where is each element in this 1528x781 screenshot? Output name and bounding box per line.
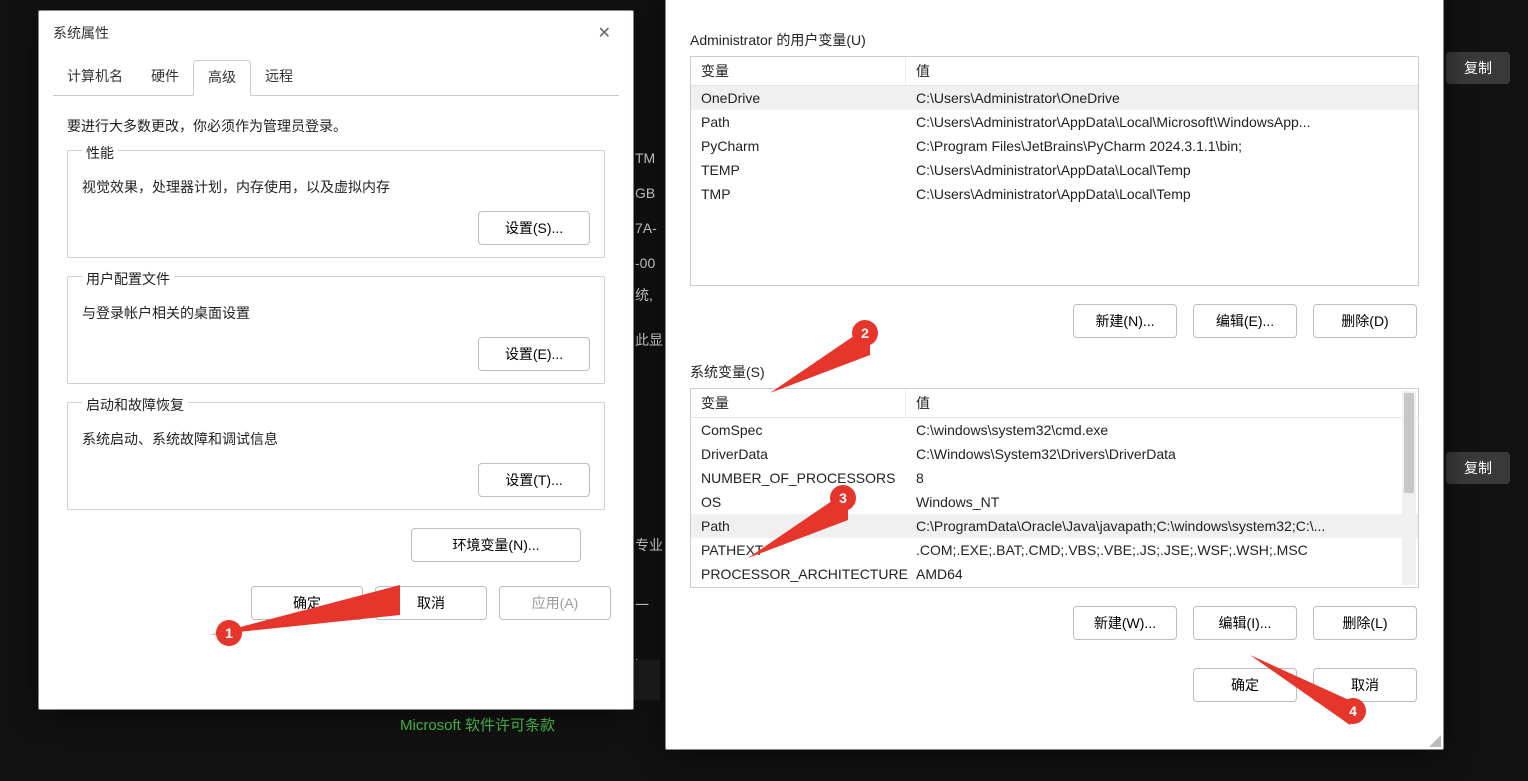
var-name: Path	[691, 110, 906, 134]
bg-text: 此显	[635, 330, 663, 350]
bg-text: 专业	[635, 535, 663, 555]
group-legend: 启动和故障恢复	[82, 395, 188, 415]
bg-text: 一	[635, 595, 649, 615]
apply-button[interactable]: 应用(A)	[499, 586, 611, 620]
ok-button[interactable]: 确定	[251, 586, 363, 620]
cancel-button[interactable]: 取消	[1313, 668, 1417, 702]
var-value: C:\windows\system32\cmd.exe	[906, 418, 1418, 442]
tab-remote[interactable]: 远程	[251, 60, 307, 96]
column-variable[interactable]: 变量	[691, 389, 906, 417]
environment-variables-dialog: 环境变量 ✕ Administrator 的用户变量(U) 变量 值 OneDr…	[665, 0, 1444, 750]
tab-hardware[interactable]: 硬件	[137, 60, 193, 96]
group-description: 与登录帐户相关的桌面设置	[82, 303, 590, 323]
table-row[interactable]: OSWindows_NT	[691, 490, 1418, 514]
group-legend: 用户配置文件	[82, 269, 174, 289]
bg-text: 7A-	[635, 220, 657, 236]
var-value: C:\ProgramData\Oracle\Java\javapath;C:\w…	[906, 514, 1418, 538]
copy-button[interactable]: 复制	[1446, 452, 1510, 484]
table-row[interactable]: PathC:\ProgramData\Oracle\Java\javapath;…	[691, 514, 1418, 538]
var-value: AMD64	[906, 562, 1418, 586]
var-value: C:\Users\Administrator\OneDrive	[906, 86, 1418, 110]
user-variables-table[interactable]: 变量 值 OneDriveC:\Users\Administrator\OneD…	[690, 56, 1419, 286]
table-row[interactable]: NUMBER_OF_PROCESSORS8	[691, 466, 1418, 490]
var-name: TMP	[691, 182, 906, 206]
table-row[interactable]: OneDriveC:\Users\Administrator\OneDrive	[691, 86, 1418, 110]
table-row[interactable]: ComSpecC:\windows\system32\cmd.exe	[691, 418, 1418, 442]
user-edit-button[interactable]: 编辑(E)...	[1193, 304, 1297, 338]
var-name: OneDrive	[691, 86, 906, 110]
system-variables-table[interactable]: 变量 值 ComSpecC:\windows\system32\cmd.exeD…	[690, 388, 1419, 588]
cancel-button[interactable]: 取消	[375, 586, 487, 620]
system-delete-button[interactable]: 删除(L)	[1313, 606, 1417, 640]
profile-settings-button[interactable]: 设置(E)...	[478, 337, 590, 371]
startup-settings-button[interactable]: 设置(T)...	[478, 463, 590, 497]
user-delete-button[interactable]: 删除(D)	[1313, 304, 1417, 338]
user-new-button[interactable]: 新建(N)...	[1073, 304, 1177, 338]
performance-settings-button[interactable]: 设置(S)...	[478, 211, 590, 245]
table-row[interactable]: PROCESSOR_ARCHITECTUREAMD64	[691, 562, 1418, 586]
scrollbar[interactable]	[1402, 391, 1416, 585]
var-value: Intel64 Family 6 Model 142 Stepping 12, …	[906, 586, 1418, 588]
table-row[interactable]: PyCharmC:\Program Files\JetBrains\PyChar…	[691, 134, 1418, 158]
bg-text: 统,	[635, 285, 653, 305]
table-row[interactable]: DriverDataC:\Windows\System32\Drivers\Dr…	[691, 442, 1418, 466]
var-value: 8	[906, 466, 1418, 490]
system-properties-dialog: 系统属性 ✕ 计算机名 硬件 高级 远程 要进行大多数更改，你必须作为管理员登录…	[38, 10, 634, 710]
bg-text: -00	[635, 255, 655, 271]
group-description: 视觉效果，处理器计划，内存使用，以及虚拟内存	[82, 177, 590, 197]
column-variable[interactable]: 变量	[691, 57, 906, 85]
var-value: C:\Users\Administrator\AppData\Local\Tem…	[906, 158, 1418, 182]
user-profile-group: 用户配置文件 与登录帐户相关的桌面设置 设置(E)...	[67, 276, 605, 384]
var-value: C:\Users\Administrator\AppData\Local\Mic…	[906, 110, 1418, 134]
ms-license-link[interactable]: Microsoft 软件许可条款	[400, 714, 555, 735]
table-row[interactable]: TMPC:\Users\Administrator\AppData\Local\…	[691, 182, 1418, 206]
var-name: DriverData	[691, 442, 906, 466]
var-value: Windows_NT	[906, 490, 1418, 514]
var-name: NUMBER_OF_PROCESSORS	[691, 466, 906, 490]
var-name: PROCESSOR_ARCHITECTURE	[691, 562, 906, 586]
var-value: C:\Users\Administrator\AppData\Local\Tem…	[906, 182, 1418, 206]
performance-group: 性能 视觉效果，处理器计划，内存使用，以及虚拟内存 设置(S)...	[67, 150, 605, 258]
table-header: 变量 值	[691, 389, 1418, 418]
var-name: TEMP	[691, 158, 906, 182]
system-new-button[interactable]: 新建(W)...	[1073, 606, 1177, 640]
tab-computer-name[interactable]: 计算机名	[53, 60, 137, 96]
copy-button[interactable]: 复制	[1446, 52, 1510, 84]
dialog-title: 系统属性	[53, 23, 109, 43]
var-name: Path	[691, 514, 906, 538]
table-row[interactable]: PATHEXT.COM;.EXE;.BAT;.CMD;.VBS;.VBE;.JS…	[691, 538, 1418, 562]
column-value[interactable]: 值	[906, 57, 1418, 85]
tabs: 计算机名 硬件 高级 远程	[53, 59, 619, 96]
var-name: PROCESSOR_IDENTIFIER	[691, 586, 906, 588]
dialog-title: 环境变量	[680, 0, 732, 1]
table-row[interactable]: TEMPC:\Users\Administrator\AppData\Local…	[691, 158, 1418, 182]
bg-text: GB	[635, 185, 655, 201]
close-icon[interactable]: ✕	[590, 19, 619, 47]
table-header: 变量 值	[691, 57, 1418, 86]
scrollbar-thumb[interactable]	[1404, 393, 1414, 493]
tab-advanced[interactable]: 高级	[193, 60, 251, 96]
startup-recovery-group: 启动和故障恢复 系统启动、系统故障和调试信息 设置(T)...	[67, 402, 605, 510]
var-name: ComSpec	[691, 418, 906, 442]
user-variables-label: Administrator 的用户变量(U)	[690, 30, 1419, 50]
column-value[interactable]: 值	[906, 389, 1418, 417]
admin-required-text: 要进行大多数更改，你必须作为管理员登录。	[67, 116, 605, 136]
system-variables-label: 系统变量(S)	[690, 362, 1419, 382]
group-description: 系统启动、系统故障和调试信息	[82, 429, 590, 449]
var-name: OS	[691, 490, 906, 514]
var-value: C:\Windows\System32\Drivers\DriverData	[906, 442, 1418, 466]
var-name: PATHEXT	[691, 538, 906, 562]
var-value: .COM;.EXE;.BAT;.CMD;.VBS;.VBE;.JS;.JSE;.…	[906, 538, 1418, 562]
bg-text: TM	[635, 150, 655, 166]
system-edit-button[interactable]: 编辑(I)...	[1193, 606, 1297, 640]
table-row[interactable]: PathC:\Users\Administrator\AppData\Local…	[691, 110, 1418, 134]
close-icon[interactable]: ✕	[1400, 0, 1429, 2]
group-legend: 性能	[82, 143, 118, 163]
var-name: PyCharm	[691, 134, 906, 158]
var-value: C:\Program Files\JetBrains\PyCharm 2024.…	[906, 134, 1418, 158]
table-row[interactable]: PROCESSOR_IDENTIFIERIntel64 Family 6 Mod…	[691, 586, 1418, 588]
resize-grip-icon[interactable]	[1427, 733, 1441, 747]
environment-variables-button[interactable]: 环境变量(N)...	[411, 528, 581, 562]
ok-button[interactable]: 确定	[1193, 668, 1297, 702]
